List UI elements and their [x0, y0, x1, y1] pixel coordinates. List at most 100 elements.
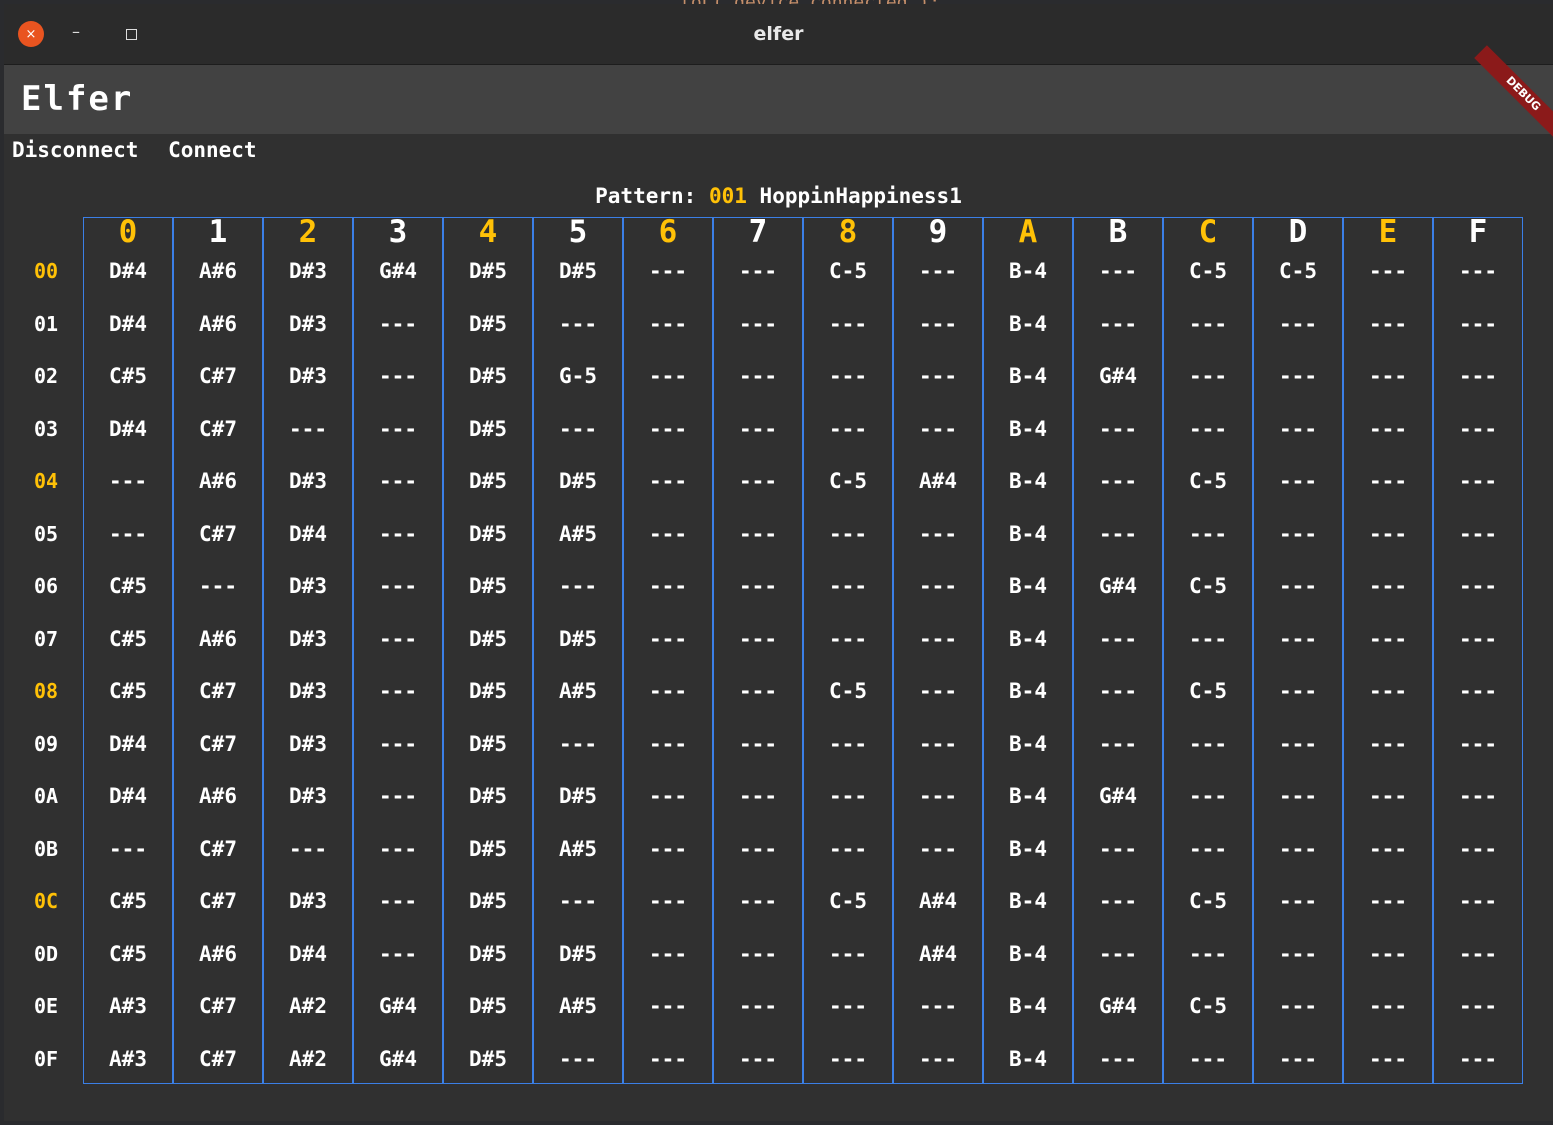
note-cell[interactable]: ---: [1164, 312, 1252, 336]
note-cell[interactable]: D#5: [444, 312, 532, 336]
note-cell[interactable]: D#4: [264, 942, 352, 966]
note-cell[interactable]: C#7: [174, 679, 262, 703]
note-cell[interactable]: ---: [1254, 1047, 1342, 1071]
note-cell[interactable]: ---: [804, 942, 892, 966]
note-cell[interactable]: ---: [1164, 942, 1252, 966]
note-cell[interactable]: ---: [714, 942, 802, 966]
note-cell[interactable]: ---: [1434, 679, 1522, 703]
note-cell[interactable]: A#2: [264, 1047, 352, 1071]
note-cell[interactable]: ---: [1434, 469, 1522, 493]
note-cell[interactable]: A#4: [894, 889, 982, 913]
note-cell[interactable]: ---: [1254, 469, 1342, 493]
note-cell[interactable]: D#3: [264, 574, 352, 598]
note-cell[interactable]: ---: [264, 837, 352, 861]
note-cell[interactable]: ---: [1164, 522, 1252, 546]
note-cell[interactable]: ---: [84, 837, 172, 861]
note-cell[interactable]: ---: [1164, 627, 1252, 651]
note-cell[interactable]: ---: [1164, 364, 1252, 388]
note-cell[interactable]: ---: [1434, 837, 1522, 861]
note-cell[interactable]: ---: [1344, 417, 1432, 441]
note-cell[interactable]: ---: [804, 994, 892, 1018]
note-cell[interactable]: C-5: [1164, 469, 1252, 493]
note-cell[interactable]: D#5: [444, 469, 532, 493]
note-cell[interactable]: ---: [804, 837, 892, 861]
note-cell[interactable]: ---: [1164, 417, 1252, 441]
note-cell[interactable]: ---: [1254, 994, 1342, 1018]
note-cell[interactable]: ---: [624, 889, 712, 913]
note-cell[interactable]: G#4: [354, 994, 442, 1018]
note-cell[interactable]: D#3: [264, 312, 352, 336]
note-cell[interactable]: ---: [174, 574, 262, 598]
note-cell[interactable]: D#5: [444, 994, 532, 1018]
note-cell[interactable]: A#6: [174, 469, 262, 493]
note-cell[interactable]: ---: [1254, 889, 1342, 913]
note-cell[interactable]: ---: [714, 259, 802, 283]
note-cell[interactable]: D#5: [534, 942, 622, 966]
note-cell[interactable]: B-4: [984, 837, 1072, 861]
note-cell[interactable]: ---: [1344, 732, 1432, 756]
note-cell[interactable]: ---: [894, 1047, 982, 1071]
note-cell[interactable]: ---: [714, 784, 802, 808]
note-cell[interactable]: C#7: [174, 994, 262, 1018]
note-cell[interactable]: ---: [1164, 732, 1252, 756]
note-cell[interactable]: ---: [1074, 312, 1162, 336]
note-cell[interactable]: ---: [714, 732, 802, 756]
connect-button[interactable]: Connect: [168, 138, 257, 162]
note-cell[interactable]: ---: [1434, 312, 1522, 336]
note-cell[interactable]: ---: [894, 364, 982, 388]
note-cell[interactable]: D#5: [534, 259, 622, 283]
note-cell[interactable]: ---: [354, 837, 442, 861]
note-cell[interactable]: ---: [1434, 1047, 1522, 1071]
note-cell[interactable]: C#7: [174, 417, 262, 441]
note-cell[interactable]: ---: [1074, 627, 1162, 651]
note-cell[interactable]: ---: [534, 889, 622, 913]
note-cell[interactable]: ---: [624, 1047, 712, 1071]
note-cell[interactable]: ---: [1344, 574, 1432, 598]
note-cell[interactable]: D#5: [444, 627, 532, 651]
note-cell[interactable]: ---: [1344, 889, 1432, 913]
note-cell[interactable]: ---: [624, 732, 712, 756]
note-cell[interactable]: ---: [894, 627, 982, 651]
note-cell[interactable]: C#5: [84, 364, 172, 388]
note-cell[interactable]: ---: [534, 417, 622, 441]
note-cell[interactable]: B-4: [984, 259, 1072, 283]
note-cell[interactable]: A#4: [894, 942, 982, 966]
note-cell[interactable]: B-4: [984, 732, 1072, 756]
note-cell[interactable]: ---: [1344, 837, 1432, 861]
note-cell[interactable]: D#3: [264, 732, 352, 756]
note-cell[interactable]: ---: [1434, 574, 1522, 598]
note-cell[interactable]: ---: [354, 679, 442, 703]
note-cell[interactable]: ---: [894, 994, 982, 1018]
note-cell[interactable]: D#5: [444, 522, 532, 546]
note-cell[interactable]: ---: [84, 522, 172, 546]
note-cell[interactable]: ---: [354, 469, 442, 493]
note-cell[interactable]: ---: [534, 732, 622, 756]
note-cell[interactable]: ---: [1344, 679, 1432, 703]
note-cell[interactable]: ---: [624, 784, 712, 808]
note-cell[interactable]: ---: [264, 417, 352, 441]
note-cell[interactable]: D#5: [444, 784, 532, 808]
note-cell[interactable]: B-4: [984, 679, 1072, 703]
note-cell[interactable]: ---: [1344, 784, 1432, 808]
note-cell[interactable]: B-4: [984, 1047, 1072, 1071]
note-cell[interactable]: ---: [534, 312, 622, 336]
note-cell[interactable]: ---: [1074, 522, 1162, 546]
note-cell[interactable]: C-5: [1254, 259, 1342, 283]
note-cell[interactable]: ---: [354, 784, 442, 808]
note-cell[interactable]: ---: [804, 417, 892, 441]
note-cell[interactable]: ---: [84, 469, 172, 493]
note-cell[interactable]: ---: [1344, 469, 1432, 493]
note-cell[interactable]: ---: [804, 1047, 892, 1071]
note-cell[interactable]: G#4: [1074, 364, 1162, 388]
note-cell[interactable]: C#7: [174, 1047, 262, 1071]
note-cell[interactable]: ---: [1164, 1047, 1252, 1071]
note-cell[interactable]: ---: [1074, 469, 1162, 493]
note-cell[interactable]: ---: [714, 312, 802, 336]
note-cell[interactable]: ---: [1434, 994, 1522, 1018]
note-cell[interactable]: C-5: [1164, 679, 1252, 703]
note-cell[interactable]: ---: [624, 312, 712, 336]
note-cell[interactable]: A#5: [534, 522, 622, 546]
note-cell[interactable]: ---: [894, 312, 982, 336]
note-cell[interactable]: B-4: [984, 574, 1072, 598]
note-cell[interactable]: ---: [714, 679, 802, 703]
